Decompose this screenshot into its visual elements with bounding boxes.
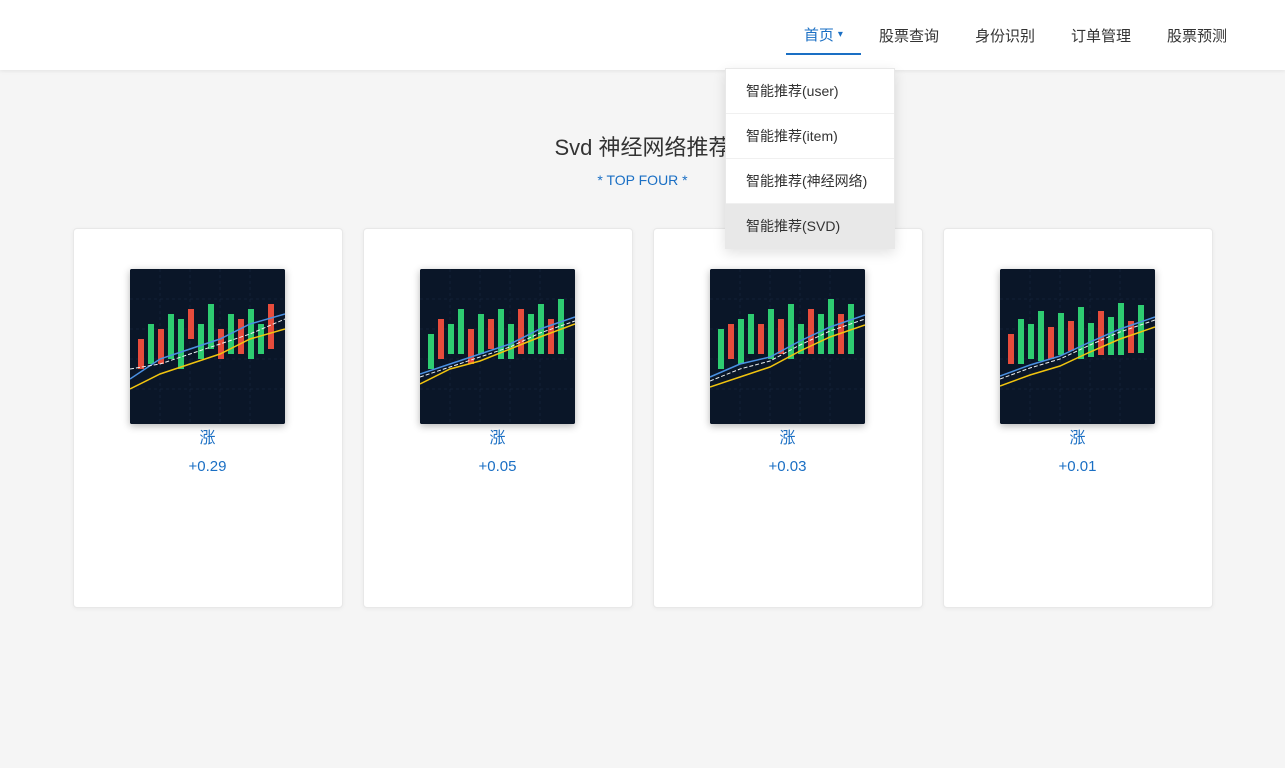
main-content: Svd 神经网络推荐 * TOP FOUR *: [0, 70, 1285, 648]
nav-label-prediction: 股票预测: [1167, 25, 1227, 46]
dropdown-item-neural[interactable]: 智能推荐(神经网络): [726, 159, 894, 204]
card-value-2: +0.05: [479, 458, 517, 475]
card-label-3: 涨: [779, 424, 795, 448]
nav-label-stock-query: 股票查询: [879, 25, 939, 46]
chart-svg-2: [420, 269, 575, 424]
card-value-1: +0.29: [189, 458, 227, 475]
nav-item-identity[interactable]: 身份识别: [957, 17, 1053, 54]
card-label-4: 涨: [1069, 424, 1085, 448]
card-label-2: 涨: [489, 424, 505, 448]
nav-label-identity: 身份识别: [975, 25, 1035, 46]
nav-item-home[interactable]: 首页 ▾: [786, 16, 861, 55]
header: 首页 ▾ 股票查询 身份识别 订单管理 股票预测 智能推荐(user) 智能推荐…: [0, 0, 1285, 70]
nav-item-stock-query[interactable]: 股票查询: [861, 17, 957, 54]
stock-card-2[interactable]: 涨 +0.05: [363, 228, 633, 608]
card-value-4: +0.01: [1059, 458, 1097, 475]
chart-svg-4: [1000, 269, 1155, 424]
chart-2: [420, 269, 575, 424]
stock-card-3[interactable]: 涨 +0.03: [653, 228, 923, 608]
chart-4: [1000, 269, 1155, 424]
card-label-1: 涨: [199, 424, 215, 448]
chevron-down-icon: ▾: [838, 29, 843, 40]
page-title: Svd 神经网络推荐: [60, 130, 1225, 162]
chart-3: [710, 269, 865, 424]
nav-item-prediction[interactable]: 股票预测: [1149, 17, 1245, 54]
chart-1: [130, 269, 285, 424]
nav-label-orders: 订单管理: [1071, 25, 1131, 46]
nav-item-orders[interactable]: 订单管理: [1053, 17, 1149, 54]
stock-card-1[interactable]: 涨 +0.29: [73, 228, 343, 608]
cards-grid: 涨 +0.29: [60, 228, 1225, 608]
main-nav: 首页 ▾ 股票查询 身份识别 订单管理 股票预测: [786, 16, 1245, 55]
chart-svg-3: [710, 269, 865, 424]
chart-svg-1: [130, 269, 285, 424]
home-dropdown: 智能推荐(user) 智能推荐(item) 智能推荐(神经网络) 智能推荐(SV…: [725, 68, 895, 249]
card-value-3: +0.03: [769, 458, 807, 475]
page-subtitle: * TOP FOUR *: [60, 172, 1225, 188]
dropdown-item-svd[interactable]: 智能推荐(SVD): [726, 204, 894, 248]
dropdown-item-user[interactable]: 智能推荐(user): [726, 69, 894, 114]
nav-label-home: 首页: [804, 24, 834, 45]
dropdown-item-item[interactable]: 智能推荐(item): [726, 114, 894, 159]
stock-card-4[interactable]: 涨 +0.01: [943, 228, 1213, 608]
